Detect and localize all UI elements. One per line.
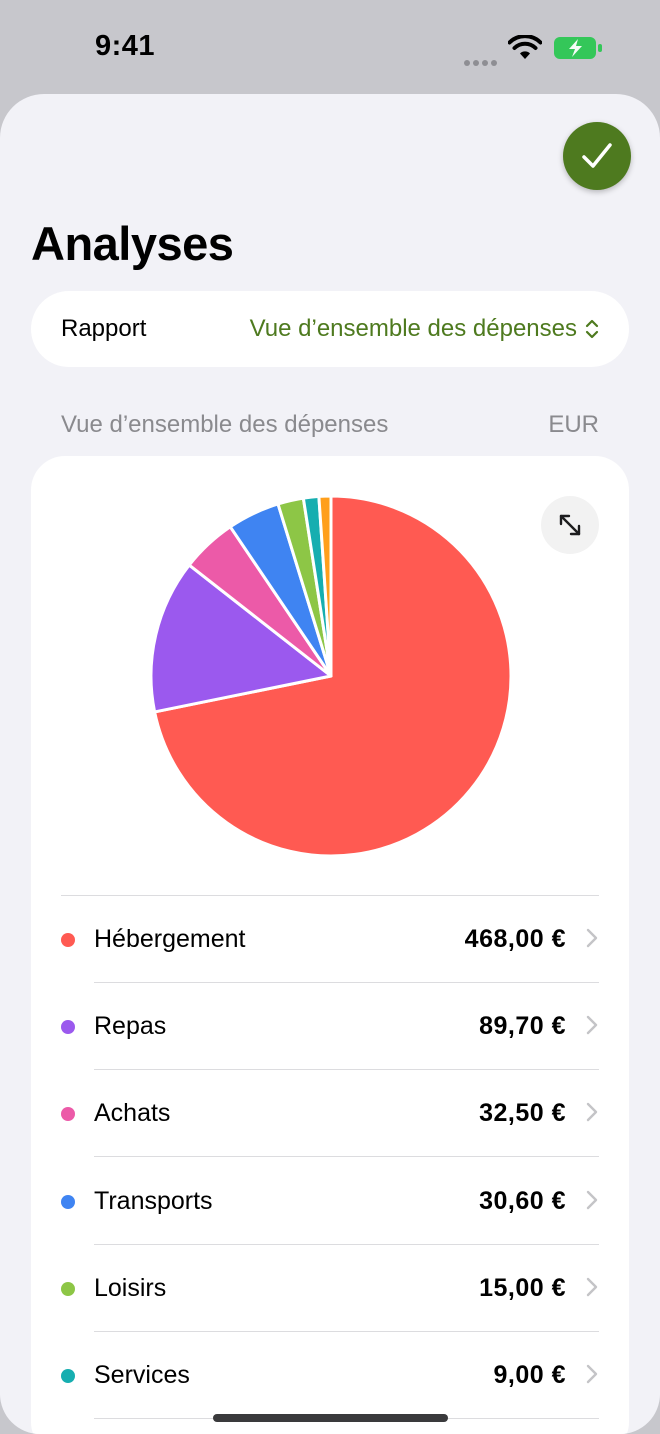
legend-amount: 89,70 € bbox=[479, 1012, 566, 1040]
section-title: Vue d’ensemble des dépenses bbox=[61, 411, 389, 438]
legend-label: Services bbox=[94, 1361, 190, 1389]
legend-row-hebergement[interactable]: Hébergement 468,00 € bbox=[31, 896, 629, 983]
legend-row-achats[interactable]: Achats 32,50 € bbox=[31, 1070, 629, 1157]
legend-amount: 15,00 € bbox=[479, 1274, 566, 1302]
status-bar: 9:41 bbox=[0, 0, 660, 94]
expand-chart-button[interactable] bbox=[541, 496, 599, 554]
chevron-right-icon bbox=[586, 928, 598, 948]
chevron-right-icon bbox=[586, 1190, 598, 1210]
chevron-right-icon bbox=[586, 1364, 598, 1384]
done-button[interactable] bbox=[563, 122, 631, 190]
status-time: 9:41 bbox=[95, 30, 156, 62]
legend-row-repas[interactable]: Repas 89,70 € bbox=[31, 983, 629, 1070]
legend-dot bbox=[61, 1282, 75, 1296]
legend-amount: 30,60 € bbox=[479, 1187, 566, 1215]
home-indicator bbox=[213, 1414, 448, 1422]
expenses-card: Hébergement 468,00 € Repas 89,70 € Achat… bbox=[31, 456, 629, 1434]
chevron-up-down-icon bbox=[585, 319, 599, 339]
analyses-sheet: Analyses Rapport Vue d’ensemble des dépe… bbox=[0, 94, 660, 1434]
legend-dot bbox=[61, 1107, 75, 1121]
legend-label: Achats bbox=[94, 1099, 171, 1127]
legend-amount: 468,00 € bbox=[464, 925, 566, 953]
legend-row-transports[interactable]: Transports 30,60 € bbox=[31, 1158, 629, 1245]
page-title: Analyses bbox=[31, 217, 234, 270]
chevron-right-icon bbox=[586, 1015, 598, 1035]
legend-dot bbox=[61, 933, 75, 947]
legend-row-loisirs[interactable]: Loisirs 15,00 € bbox=[31, 1245, 629, 1332]
report-label: Rapport bbox=[61, 315, 147, 342]
legend-dot bbox=[61, 1369, 75, 1383]
report-picker[interactable]: Rapport Vue d’ensemble des dépenses bbox=[31, 291, 629, 367]
section-currency: EUR bbox=[548, 411, 599, 438]
legend-row-services[interactable]: Services 9,00 € bbox=[31, 1332, 629, 1419]
expenses-pie-chart bbox=[150, 495, 512, 857]
legend-amount: 32,50 € bbox=[479, 1099, 566, 1127]
chevron-right-icon bbox=[586, 1277, 598, 1297]
legend-dot bbox=[61, 1195, 75, 1209]
battery-charging-icon bbox=[553, 36, 603, 65]
expand-icon bbox=[559, 514, 581, 536]
report-value[interactable]: Vue d’ensemble des dépenses bbox=[250, 315, 599, 343]
legend-label: Hébergement bbox=[94, 925, 246, 953]
wifi-icon bbox=[507, 34, 543, 66]
legend-dot bbox=[61, 1020, 75, 1034]
legend-amount: 9,00 € bbox=[493, 1361, 566, 1389]
chevron-right-icon bbox=[586, 1102, 598, 1122]
checkmark-icon bbox=[582, 143, 612, 168]
legend-label: Repas bbox=[94, 1012, 167, 1040]
cellular-signal-icon bbox=[464, 53, 500, 71]
legend-label: Transports bbox=[94, 1187, 213, 1215]
row-separator bbox=[94, 1156, 599, 1157]
legend-label: Loisirs bbox=[94, 1274, 167, 1302]
report-value-text: Vue d’ensemble des dépenses bbox=[249, 315, 577, 342]
